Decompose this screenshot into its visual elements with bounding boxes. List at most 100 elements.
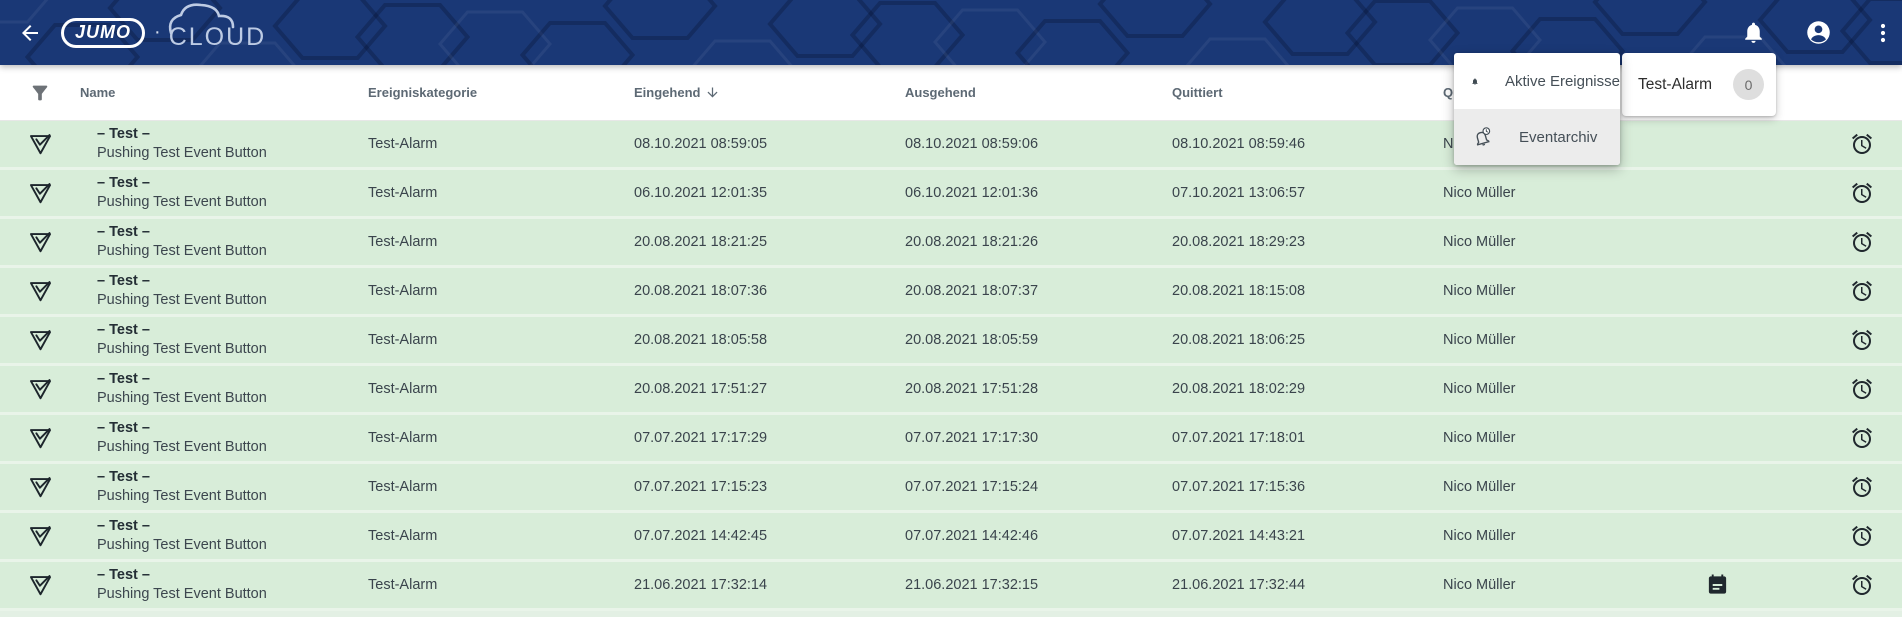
event-acknowledged-time: 20.08.2021 18:15:08 <box>1172 283 1443 299</box>
arrow-back-icon <box>18 21 42 45</box>
table-row[interactable]: – Test – Pushing Test Event Button Test-… <box>0 562 1902 611</box>
event-type-indicator <box>27 180 54 207</box>
alarm-clock-button[interactable] <box>1850 377 1874 401</box>
table-row[interactable]: – Test – Pushing Test Event Button Test-… <box>0 268 1902 317</box>
column-header-category[interactable]: Ereigniskategorie <box>368 85 634 100</box>
event-acknowledged-time: 07.10.2021 13:06:57 <box>1172 185 1443 201</box>
event-type-indicator <box>27 474 54 501</box>
event-outgoing-time: 08.10.2021 08:59:06 <box>905 136 1172 152</box>
event-name-subtitle: Pushing Test Event Button <box>97 193 368 212</box>
column-header-acknowledged[interactable]: Quittiert <box>1172 85 1443 100</box>
event-gone-check-icon <box>27 229 54 256</box>
back-button[interactable] <box>16 19 44 47</box>
event-acknowledged-time: 20.08.2021 18:02:29 <box>1172 381 1443 397</box>
event-gone-check-icon <box>27 327 54 354</box>
event-incoming-time: 07.07.2021 14:42:45 <box>634 528 905 544</box>
event-type-indicator <box>27 229 54 256</box>
table-row[interactable]: – Test – Pushing Test Event Button Test-… <box>0 317 1902 366</box>
event-acknowledged-by: Nico Müller <box>1443 430 1700 446</box>
event-incoming-time: 21.06.2021 17:32:14 <box>634 577 905 593</box>
event-archive-page: JUMO · CLOUD <box>0 0 1902 617</box>
alarm-clock-button[interactable] <box>1850 524 1874 548</box>
event-incoming-time: 08.10.2021 08:59:05 <box>634 136 905 152</box>
table-row[interactable]: – Test – Pushing Test Event Button Test-… <box>0 513 1902 562</box>
event-type-indicator <box>27 131 54 158</box>
column-header-outgoing[interactable]: Ausgehend <box>905 85 1172 100</box>
event-acknowledged-time: 07.07.2021 14:43:21 <box>1172 528 1443 544</box>
alarm-clock-button[interactable] <box>1850 181 1874 205</box>
table-row[interactable]: – Test – Pushing Test Event Button Test-… <box>0 415 1902 464</box>
alarm-clock-button[interactable] <box>1850 328 1874 352</box>
bell-clock-icon <box>1471 126 1493 148</box>
event-name-subtitle: Pushing Test Event Button <box>97 438 368 457</box>
table-row[interactable]: – Test – Pushing Test Event Button Test-… <box>0 170 1902 219</box>
alarm-clock-button[interactable] <box>1850 279 1874 303</box>
event-category: Test-Alarm <box>368 430 634 446</box>
alarm-clock-button[interactable] <box>1850 475 1874 499</box>
menu-item-active-events[interactable]: Aktive Ereignisse <box>1454 53 1620 109</box>
bell-icon <box>1471 71 1479 92</box>
table-row[interactable]: – Test – Pushing Test Event Button Test-… <box>0 464 1902 513</box>
more-options-button[interactable] <box>1871 21 1895 45</box>
event-acknowledged-time: 20.08.2021 18:06:25 <box>1172 332 1443 348</box>
brand-separator: · <box>154 21 161 44</box>
cloud-icon <box>165 1 261 35</box>
events-dropdown-menu: Aktive Ereignisse Eventarchiv <box>1454 53 1620 165</box>
event-gone-check-icon <box>27 425 54 452</box>
alarm-clock-icon <box>1850 279 1874 303</box>
table-row[interactable]: – Test – Pushing Test Event Button Test-… <box>0 219 1902 268</box>
alarm-clock-icon <box>1850 524 1874 548</box>
menu-item-event-archive[interactable]: Eventarchiv <box>1454 109 1620 165</box>
notifications-button[interactable] <box>1741 20 1766 45</box>
event-name-subtitle: Pushing Test Event Button <box>97 487 368 506</box>
event-category: Test-Alarm <box>368 136 634 152</box>
event-name-title: – Test – <box>97 566 368 585</box>
event-gone-check-icon <box>27 180 54 207</box>
event-acknowledged-by: Nico Müller <box>1443 479 1700 495</box>
event-outgoing-time: 20.08.2021 18:05:59 <box>905 332 1172 348</box>
event-type-indicator <box>27 572 54 599</box>
event-outgoing-time: 07.07.2021 17:17:30 <box>905 430 1172 446</box>
event-outgoing-time: 21.06.2021 17:32:15 <box>905 577 1172 593</box>
event-gone-check-icon <box>27 131 54 158</box>
alarm-clock-button[interactable] <box>1850 230 1874 254</box>
event-name-title: – Test – <box>97 468 368 487</box>
event-name-title: – Test – <box>97 272 368 291</box>
event-name-title: – Test – <box>97 419 368 438</box>
account-button[interactable] <box>1805 19 1832 46</box>
event-outgoing-time: 20.08.2021 17:51:28 <box>905 381 1172 397</box>
filter-button[interactable] <box>29 82 51 104</box>
event-name-subtitle: Pushing Test Event Button <box>97 536 368 555</box>
alarm-clock-button[interactable] <box>1850 132 1874 156</box>
next-row-sliver <box>0 611 1902 617</box>
event-acknowledged-by: Nico Müller <box>1443 234 1700 250</box>
alarm-clock-button[interactable] <box>1850 573 1874 597</box>
account-circle-icon <box>1805 19 1832 46</box>
jumo-cloud-logo: JUMO · CLOUD <box>61 13 266 52</box>
event-name-title: – Test – <box>97 125 368 144</box>
event-incoming-time: 20.08.2021 17:51:27 <box>634 381 905 397</box>
event-type-indicator <box>27 327 54 354</box>
event-name-subtitle: Pushing Test Event Button <box>97 144 368 163</box>
alarm-clock-button[interactable] <box>1850 426 1874 450</box>
event-outgoing-time: 20.08.2021 18:21:26 <box>905 234 1172 250</box>
event-incoming-time: 20.08.2021 18:05:58 <box>634 332 905 348</box>
event-acknowledged-by: Nico Müller <box>1443 381 1700 397</box>
table-row[interactable]: – Test – Pushing Test Event Button Test-… <box>0 366 1902 415</box>
event-category: Test-Alarm <box>368 283 634 299</box>
event-acknowledged-time: 08.10.2021 08:59:46 <box>1172 136 1443 152</box>
event-name-subtitle: Pushing Test Event Button <box>97 389 368 408</box>
alarm-clock-icon <box>1850 377 1874 401</box>
event-category: Test-Alarm <box>368 577 634 593</box>
category-filter-chip[interactable]: Test-Alarm 0 <box>1622 53 1776 116</box>
event-name-title: – Test – <box>97 321 368 340</box>
event-gone-check-icon <box>27 572 54 599</box>
event-outgoing-time: 06.10.2021 12:01:36 <box>905 185 1172 201</box>
column-header-name[interactable]: Name <box>80 85 368 100</box>
event-type-indicator <box>27 278 54 305</box>
filter-chip-count-badge: 0 <box>1733 69 1764 100</box>
calendar-entry-button[interactable] <box>1706 574 1729 597</box>
event-acknowledged-time: 07.07.2021 17:18:01 <box>1172 430 1443 446</box>
sort-descending-icon <box>705 85 720 100</box>
column-header-incoming[interactable]: Eingehend <box>634 85 905 100</box>
